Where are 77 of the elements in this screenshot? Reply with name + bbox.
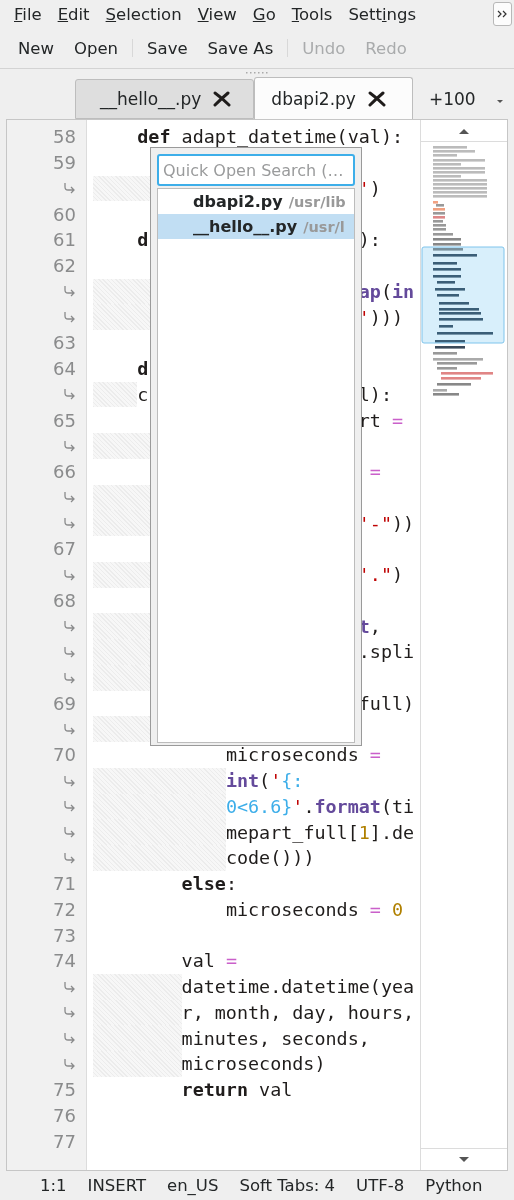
status-text: UTF-8: [356, 1175, 405, 1195]
more-tabs-button[interactable]: +100: [422, 79, 482, 119]
code-text: int('{:: [225, 770, 304, 792]
toolbar-button[interactable]: Open: [64, 38, 129, 58]
quick-open-search-field[interactable]: Quick Open Search (…: [157, 154, 355, 186]
line-number: 63: [53, 332, 76, 354]
editor-tab[interactable]: dbapi2.py: [254, 77, 413, 120]
line-number: 61: [53, 229, 76, 251]
code-text: '): [358, 177, 381, 199]
status-text: Python: [425, 1175, 483, 1195]
line-number: 70: [53, 744, 76, 766]
code-text: =: [369, 461, 381, 483]
line-number: 66: [53, 461, 76, 483]
close-icon[interactable]: [213, 91, 232, 107]
line-number: 76: [53, 1104, 76, 1126]
code-text: code())): [225, 847, 315, 869]
status-text: en_US: [167, 1175, 219, 1195]
code-text: rt =: [358, 409, 404, 431]
triangle-up-icon: [457, 126, 471, 135]
toolbar-button[interactable]: Save: [137, 38, 198, 58]
menu-item[interactable]: File: [6, 2, 50, 26]
line-number: 71: [53, 873, 76, 895]
code-text: l):: [358, 383, 392, 405]
line-number: 74: [53, 950, 76, 972]
menu-item[interactable]: Edit: [49, 2, 98, 26]
code-text: microseconds =: [225, 744, 381, 766]
close-icon[interactable]: [367, 91, 386, 107]
menu-item[interactable]: Settings: [340, 2, 425, 26]
code-text: r, month, day, hours,: [181, 1001, 415, 1023]
code-text: mepart_full[1].de: [225, 821, 415, 843]
code-text: '."): [358, 564, 404, 586]
code-text: 0<6.6}'.format(ti: [225, 795, 415, 817]
line-number: 72: [53, 898, 76, 920]
line-number: 75: [53, 1079, 76, 1101]
code-text: d: [137, 229, 149, 251]
code-text: '-")): [358, 512, 415, 534]
menu-item[interactable]: Tools: [283, 2, 341, 26]
chevrons-right-icon: [497, 9, 508, 19]
menu-item[interactable]: Selection: [97, 2, 190, 26]
line-number: 69: [53, 692, 76, 714]
toolbar-button[interactable]: Save As: [197, 38, 284, 58]
line-number: 73: [53, 924, 76, 946]
line-number: 67: [53, 538, 76, 560]
code-text: return val: [181, 1079, 293, 1101]
toolbar-button[interactable]: New: [8, 38, 64, 58]
line-number: 58: [53, 126, 76, 148]
editor-tab[interactable]: __hello__.py: [75, 79, 255, 119]
line-number: 77: [53, 1130, 76, 1152]
line-number: 68: [53, 589, 76, 611]
line-number: 65: [53, 409, 76, 431]
code-text: .spli: [358, 641, 415, 663]
status-text: Soft Tabs: 4: [239, 1175, 336, 1195]
line-number: 64: [53, 358, 76, 380]
code-text: microseconds): [181, 1053, 326, 1075]
menu-item[interactable]: View: [189, 2, 245, 26]
line-number: 59: [53, 152, 76, 174]
status-text: INSERT: [87, 1175, 146, 1195]
code-text: datetime.datetime(yea: [181, 976, 415, 998]
triangle-down-icon: [457, 1155, 471, 1164]
line-number: 62: [53, 255, 76, 277]
code-text: def adapt_datetime(val):: [137, 126, 404, 148]
code-text: '))): [358, 306, 404, 328]
code-text: microseconds = 0: [225, 898, 404, 920]
code-text: else:: [181, 873, 237, 895]
menu-item[interactable]: Go: [244, 2, 284, 26]
status-text: 1:1: [40, 1175, 67, 1195]
code-text: d: [137, 358, 149, 380]
code-text: c: [137, 383, 149, 405]
result-item[interactable]: dbapi2.py /usr/lib: [158, 189, 354, 214]
line-number: 60: [53, 203, 76, 225]
code-text: full): [358, 692, 415, 714]
code-text: minutes, seconds,: [181, 1027, 370, 1049]
overflow-button[interactable]: [493, 2, 512, 26]
result-item[interactable]: __hello__.py /usr/l: [158, 214, 354, 239]
code-text: ):: [358, 229, 381, 251]
splitter-handle-icon[interactable]: [246, 72, 268, 74]
code-text: val =: [181, 950, 237, 972]
